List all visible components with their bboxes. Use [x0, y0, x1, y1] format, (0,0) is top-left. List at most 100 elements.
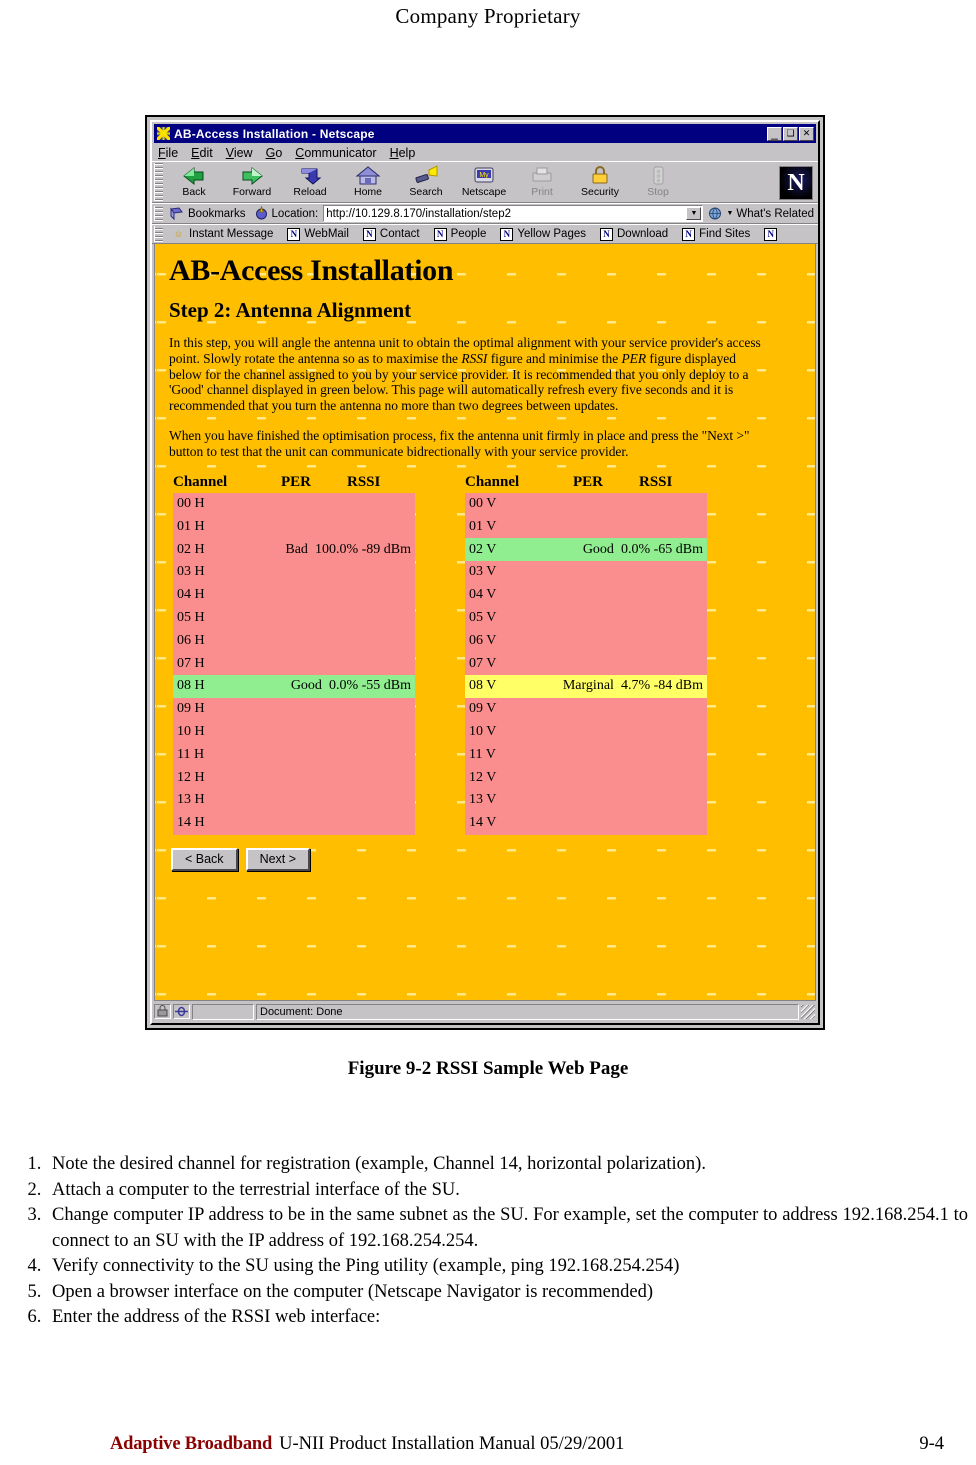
procedure-ordered-list: Note the desired channel for registratio… — [8, 1152, 968, 1331]
whats-related-label: What's Related — [736, 207, 814, 220]
netscape-logo[interactable]: N — [779, 166, 813, 200]
toolbar-grip[interactable] — [154, 163, 163, 201]
page-title: AB-Access Installation — [169, 254, 454, 287]
search-button[interactable]: Search — [397, 162, 455, 202]
netscape-page-icon: N — [682, 227, 696, 241]
page-number: 9-4 — [919, 1434, 944, 1454]
personal-item-webmail[interactable]: N WebMail — [280, 227, 356, 241]
close-button[interactable]: ✕ — [799, 126, 814, 141]
per-cell: 0.0% — [613, 541, 651, 557]
svg-text:My: My — [479, 172, 489, 179]
home-button[interactable]: Home — [339, 162, 397, 202]
netscape-page-icon: N — [433, 227, 447, 241]
print-button[interactable]: Print — [513, 162, 571, 202]
menu-help[interactable]: Help — [390, 146, 416, 160]
instructions-paragraph-1: In this step, you will angle the antenna… — [169, 335, 769, 414]
security-button[interactable]: Security — [571, 162, 629, 202]
personal-item-download[interactable]: N Download — [593, 227, 675, 241]
netscape-page-icon: N — [600, 227, 613, 241]
quality-state-cell: Good — [582, 541, 614, 557]
next-wizard-button[interactable]: Next > — [245, 847, 311, 871]
per-cell: 0.0% — [321, 678, 359, 694]
table-row: 03 H — [173, 560, 415, 584]
column-header-rssi: RSSI — [639, 473, 673, 490]
channel-cell: 13 H — [177, 792, 205, 808]
channel-cell: 10 V — [469, 723, 497, 739]
measurement-cells: Bad 100.0% -89 dBm — [235, 542, 415, 558]
netscape-my-icon: My — [471, 164, 497, 187]
search-flashlight-icon — [413, 164, 439, 187]
stop-button[interactable]: Stop — [629, 162, 687, 202]
measurement-cells: Good 0.0% -65 dBm — [527, 542, 707, 558]
security-padlock-icon[interactable] — [154, 1004, 171, 1019]
table-row: 01 H — [173, 515, 415, 539]
navigation-toolbar: Back Forward Reload Home Search My Netsc… — [152, 161, 818, 203]
personal-toolbar-grip[interactable] — [154, 226, 163, 242]
per-cell: 4.7% — [613, 678, 651, 694]
back-button[interactable]: Back — [165, 162, 223, 202]
personal-item-find-sites[interactable]: N Find Sites — [675, 227, 757, 241]
channel-table-vertical: Channel PER RSSI 00 V 01 V 02 V Good 0.0% -… — [465, 474, 707, 835]
per-cell: 100.0% — [307, 541, 359, 557]
personal-label-3: People — [450, 228, 487, 240]
personal-item-instant-message[interactable]: ☺ Instant Message — [165, 228, 280, 241]
online-status-icon[interactable] — [173, 1004, 190, 1019]
table-row: 03 V — [465, 560, 707, 584]
channel-cell: 00 V — [469, 495, 497, 511]
forward-button[interactable]: Forward — [223, 162, 281, 202]
bookmarks-button[interactable]: Bookmarks — [165, 206, 250, 221]
back-wizard-button[interactable]: < Back — [171, 847, 238, 871]
url-input[interactable]: http://10.129.8.170/installation/step2 ▼ — [323, 205, 704, 222]
globe-icon — [708, 206, 723, 221]
menubar: File Edit View Go Communicator Help — [152, 143, 818, 161]
channel-cell: 03 V — [469, 564, 497, 580]
minimize-button[interactable]: _ — [767, 126, 782, 141]
table-row: 08 H Good 0.0% -55 dBm — [173, 674, 415, 698]
manual-title: U-NII Product Installation Manual 05/29/… — [279, 1434, 625, 1454]
reload-label: Reload — [293, 186, 327, 198]
menu-communicator[interactable]: Communicator — [295, 146, 376, 160]
location-compass-icon — [254, 205, 269, 221]
reload-button[interactable]: Reload — [281, 162, 339, 202]
channel-tables: Channel PER RSSI 00 H 01 H 02 H Bad 100.0% … — [169, 474, 801, 835]
maximize-button[interactable]: ❑ — [783, 126, 798, 141]
personal-label-6: Find Sites — [699, 228, 751, 240]
personal-label-4: Yellow Pages — [517, 228, 586, 240]
personal-item-overflow[interactable]: N — [757, 227, 784, 241]
url-dropdown-button[interactable]: ▼ — [686, 207, 702, 220]
channel-cell: 10 H — [177, 723, 205, 739]
channel-cell: 09 H — [177, 701, 205, 717]
quality-state-cell: Bad — [285, 541, 308, 557]
personal-item-contact[interactable]: N Contact — [356, 227, 427, 241]
personal-item-yellow-pages[interactable]: N Yellow Pages — [493, 227, 593, 241]
reload-icon — [297, 164, 323, 187]
table-row: 01 V — [465, 515, 707, 539]
table-row: 04 H — [173, 583, 415, 607]
whats-related-caret: ▼ — [726, 210, 734, 217]
location-toolbar-grip[interactable] — [154, 206, 163, 221]
window-controls: _ ❑ ✕ — [767, 126, 814, 141]
netscape-page-icon: N — [764, 227, 778, 241]
table-body-horizontal: 00 H 01 H 02 H Bad 100.0% -89 dBm 03 H 04 H 05… — [173, 492, 415, 835]
whats-related-button[interactable]: ▼ What's Related — [704, 206, 818, 221]
table-row: 02 H Bad 100.0% -89 dBm — [173, 538, 415, 561]
procedure-item-5: Open a browser interface on the computer… — [46, 1280, 968, 1306]
forward-label: Forward — [232, 186, 272, 198]
channel-cell: 11 H — [177, 746, 205, 762]
menu-file[interactable]: File — [158, 146, 178, 160]
table-row: 13 V — [465, 788, 707, 812]
procedure-item-6: Enter the address of the RSSI web interf… — [46, 1305, 968, 1331]
personal-label-0: Instant Message — [189, 228, 274, 240]
menu-go[interactable]: Go — [266, 146, 283, 160]
menu-view[interactable]: View — [226, 146, 253, 160]
netscape-button[interactable]: My Netscape — [455, 162, 513, 202]
personal-item-people[interactable]: N People — [427, 227, 494, 241]
netscape-page-icon: N — [362, 227, 376, 241]
rssi-cell: -84 dBm — [650, 678, 703, 694]
bookmark-icon — [169, 206, 185, 221]
channel-cell: 06 H — [177, 632, 205, 648]
table-row: 05 H — [173, 606, 415, 630]
menu-edit[interactable]: Edit — [191, 146, 213, 160]
channel-cell: 14 V — [469, 815, 497, 831]
resize-grip[interactable] — [801, 1004, 815, 1019]
